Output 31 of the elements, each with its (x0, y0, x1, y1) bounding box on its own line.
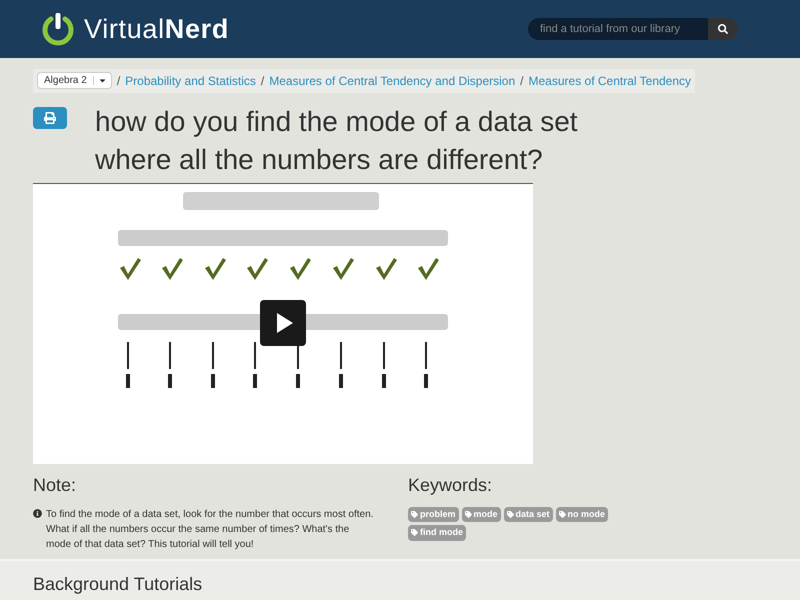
logo-text[interactable]: VirtualNerd (84, 8, 229, 50)
course-dropdown[interactable]: Algebra 2 (37, 72, 112, 89)
background-tutorials-heading: Background Tutorials (33, 572, 204, 596)
keyword-tag[interactable]: no mode (556, 506, 608, 522)
tag-icon (558, 510, 566, 518)
search-button[interactable] (708, 18, 738, 40)
tag-icon (506, 510, 514, 518)
power-logo-icon (40, 11, 76, 47)
breadcrumb-link[interactable]: Measures of Central Tendency (528, 72, 692, 90)
keyword-tag[interactable]: problem (408, 506, 459, 522)
print-button[interactable] (33, 106, 67, 128)
keywords-heading: Keywords: (408, 474, 494, 497)
play-icon[interactable] (260, 300, 306, 346)
breadcrumb-separator: / (260, 72, 264, 90)
tag-icon (411, 529, 418, 536)
keyword-tag[interactable]: find mode (408, 525, 466, 540)
info-icon (33, 508, 42, 518)
note-text: To find the mode of a data set, look for the number that occurs most often. What if all the numbers occur the same number of times? What's the mode of that data set? This tutorial will tell you! (46, 508, 374, 552)
breadcrumb-link[interactable]: Probability and Statistics (125, 72, 256, 90)
breadcrumb-link[interactable]: Measures of Central Tendency and Dispersion (269, 72, 516, 90)
keyword-tag[interactable]: data set (504, 506, 553, 522)
tag-icon (464, 510, 472, 518)
tag-icon (411, 510, 418, 518)
print-icon (44, 112, 56, 124)
note-heading: Note: (33, 474, 78, 496)
page-title: how do you find the mode of a data set where all the numbers are different? (95, 104, 579, 176)
breadcrumb-separator: / (520, 72, 524, 90)
search-icon (718, 24, 728, 34)
keyword-tag[interactable]: mode (462, 506, 501, 522)
search-field[interactable]: find a tutorial from our library (528, 18, 708, 40)
breadcrumb-separator: / (116, 72, 120, 90)
